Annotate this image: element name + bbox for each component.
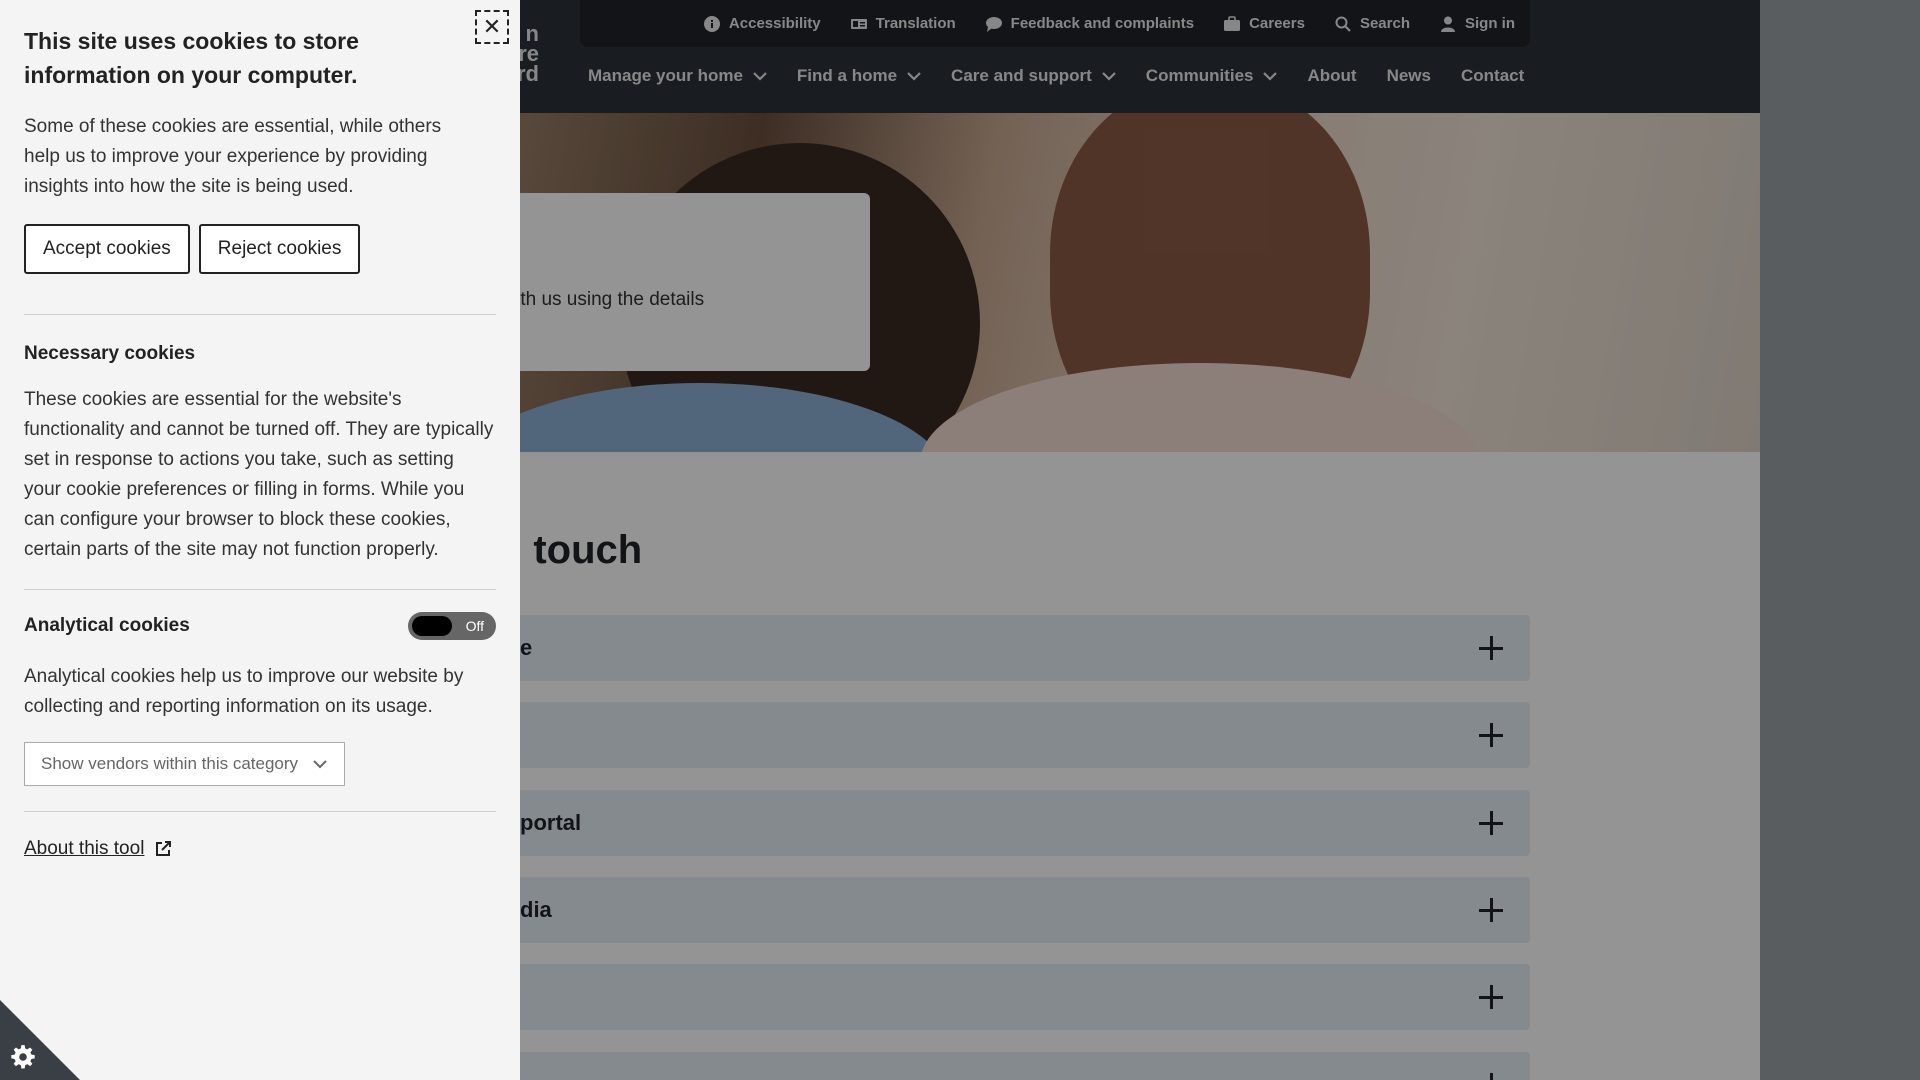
- necessary-cookies-text: These cookies are essential for the webs…: [24, 389, 494, 560]
- close-icon: ✕: [482, 14, 502, 39]
- about-this-tool-link[interactable]: About this tool: [24, 838, 496, 860]
- show-vendors-label: Show vendors within this category: [41, 754, 299, 773]
- gear-icon: [11, 1045, 35, 1069]
- accept-cookies-button[interactable]: Accept cookies: [24, 224, 190, 274]
- toggle-state-label: Off: [465, 618, 484, 634]
- analytical-cookies-title: Analytical cookies: [24, 615, 190, 636]
- chevron-down-icon: [313, 760, 327, 769]
- cookie-panel-intro: Some of these cookies are essential, whi…: [24, 116, 442, 197]
- reject-cookies-button[interactable]: Reject cookies: [198, 224, 361, 274]
- cookie-consent-panel: ✕ This site uses cookies to store inform…: [0, 0, 520, 1080]
- show-vendors-dropdown[interactable]: Show vendors within this category: [24, 742, 345, 786]
- analytical-cookies-text: Analytical cookies help us to improve ou…: [24, 666, 464, 717]
- close-button[interactable]: ✕: [475, 10, 509, 44]
- toggle-knob: [412, 616, 452, 636]
- necessary-cookies-title: Necessary cookies: [24, 343, 196, 364]
- analytical-cookies-toggle[interactable]: Off: [408, 612, 496, 640]
- cookie-settings-button[interactable]: [0, 1000, 80, 1080]
- divider: [24, 589, 496, 590]
- cookie-action-buttons: Accept cookies Reject cookies: [24, 224, 496, 274]
- divider: [24, 811, 496, 812]
- analytical-cookies-header: Analytical cookies Off: [24, 612, 496, 640]
- external-link-icon: [156, 841, 172, 856]
- about-this-tool-label: About this tool: [24, 838, 145, 859]
- cookie-panel-title: This site uses cookies to store informat…: [24, 28, 359, 88]
- divider: [24, 314, 496, 315]
